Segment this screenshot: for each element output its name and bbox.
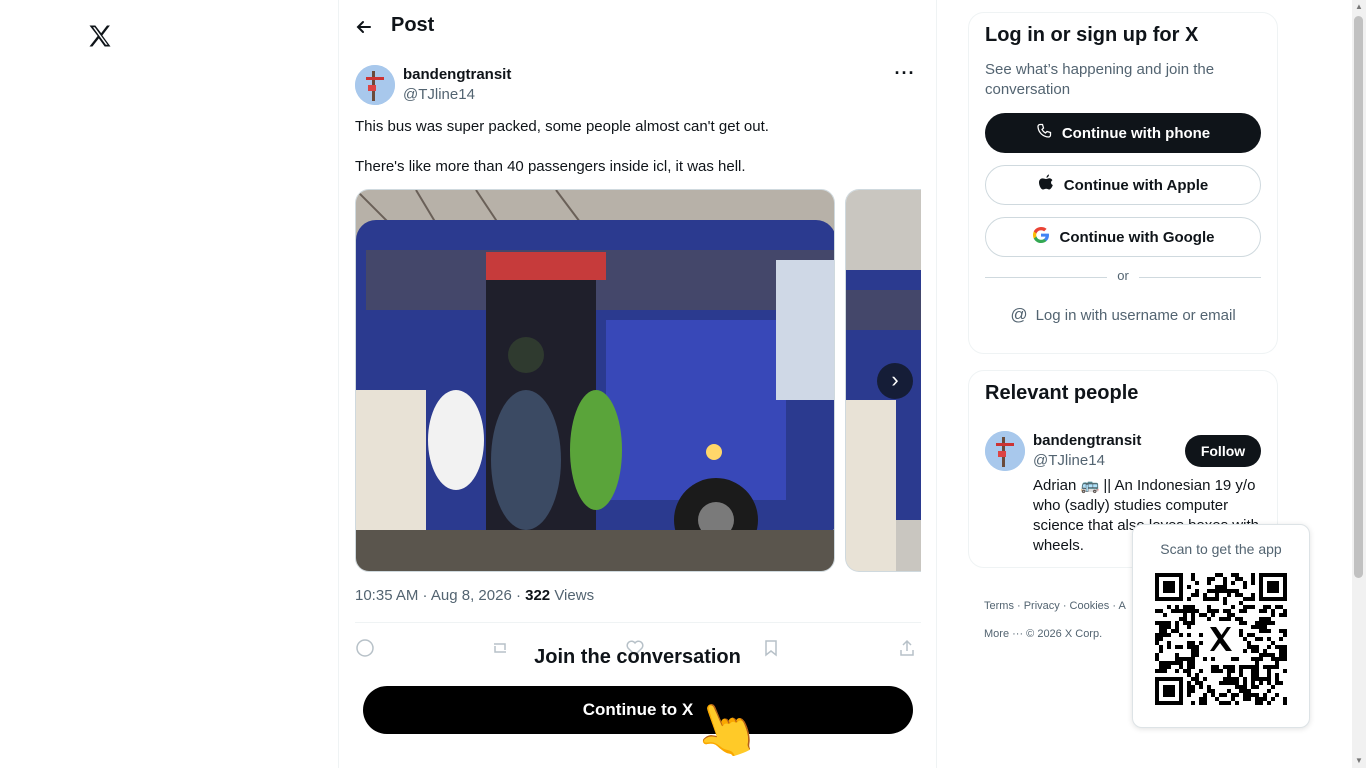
google-label: Continue with Google — [1059, 228, 1215, 246]
phone-icon — [1036, 123, 1052, 143]
relevant-avatar[interactable] — [985, 431, 1025, 471]
continue-with-apple-button[interactable]: Continue with Apple — [985, 165, 1261, 205]
tweet-text-line1: This bus was super packed, some people a… — [355, 118, 769, 135]
scrollbar-thumb[interactable] — [1354, 16, 1363, 578]
tweet-text-line2: There's like more than 40 passengers ins… — [355, 158, 746, 175]
footer-more[interactable]: More ··· © 2026 X Corp. — [984, 628, 1102, 640]
post-media-image-1[interactable] — [355, 189, 835, 572]
or-divider-left — [985, 277, 1107, 278]
qr-code-icon[interactable] — [1155, 573, 1287, 705]
post-time[interactable]: 10:35 AM · Aug 8, 2026 · — [355, 587, 525, 604]
or-divider-right — [1139, 277, 1261, 278]
divider — [355, 622, 921, 623]
join-conversation-title: Join the conversation — [534, 646, 741, 668]
post-meta: 10:35 AM · Aug 8, 2026 · 322 Views — [355, 587, 594, 604]
scroll-down-arrow-icon[interactable]: ▼ — [1352, 754, 1366, 768]
at-icon: @ — [1010, 305, 1028, 324]
author-avatar[interactable] — [355, 65, 395, 105]
apple-icon — [1038, 174, 1054, 196]
next-media-button[interactable]: › — [877, 363, 913, 399]
back-arrow-icon[interactable] — [353, 16, 375, 38]
relevant-people-title: Relevant people — [985, 382, 1139, 404]
login-username-link[interactable]: @ Log in with username or email — [985, 305, 1261, 325]
views-label: Views — [550, 587, 595, 604]
relevant-name[interactable]: bandengtransit — [1033, 432, 1141, 449]
author-handle[interactable]: @TJline14 — [403, 86, 475, 103]
login-subtitle: See what’s happening and join the conver… — [985, 61, 1215, 98]
qr-label: Scan to get the app — [1160, 541, 1282, 557]
apple-label: Continue with Apple — [1063, 176, 1209, 194]
author-name[interactable]: bandengtransit — [403, 66, 511, 83]
views-count: 322 — [525, 587, 551, 604]
x-logo-icon[interactable] — [86, 22, 114, 50]
phone-label: Continue with phone — [1061, 124, 1211, 142]
continue-to-x-button[interactable]: Continue to X — [363, 686, 913, 734]
google-icon — [1032, 226, 1050, 248]
follow-button[interactable]: Follow — [1185, 435, 1261, 467]
scroll-up-arrow-icon[interactable]: ▲ — [1352, 0, 1366, 14]
more-options-icon[interactable]: ··· — [892, 64, 918, 82]
username-label: Log in with username or email — [1035, 306, 1236, 324]
continue-with-google-button[interactable]: Continue with Google — [985, 217, 1261, 257]
footer-links[interactable]: Terms · Privacy · Cookies · A — [984, 600, 1126, 612]
or-label: or — [1117, 268, 1129, 283]
page-title: Post — [391, 14, 435, 36]
login-title: Log in or sign up for X — [985, 24, 1199, 46]
relevant-handle[interactable]: @TJline14 — [1033, 452, 1105, 469]
continue-with-phone-button[interactable]: Continue with phone — [985, 113, 1261, 153]
